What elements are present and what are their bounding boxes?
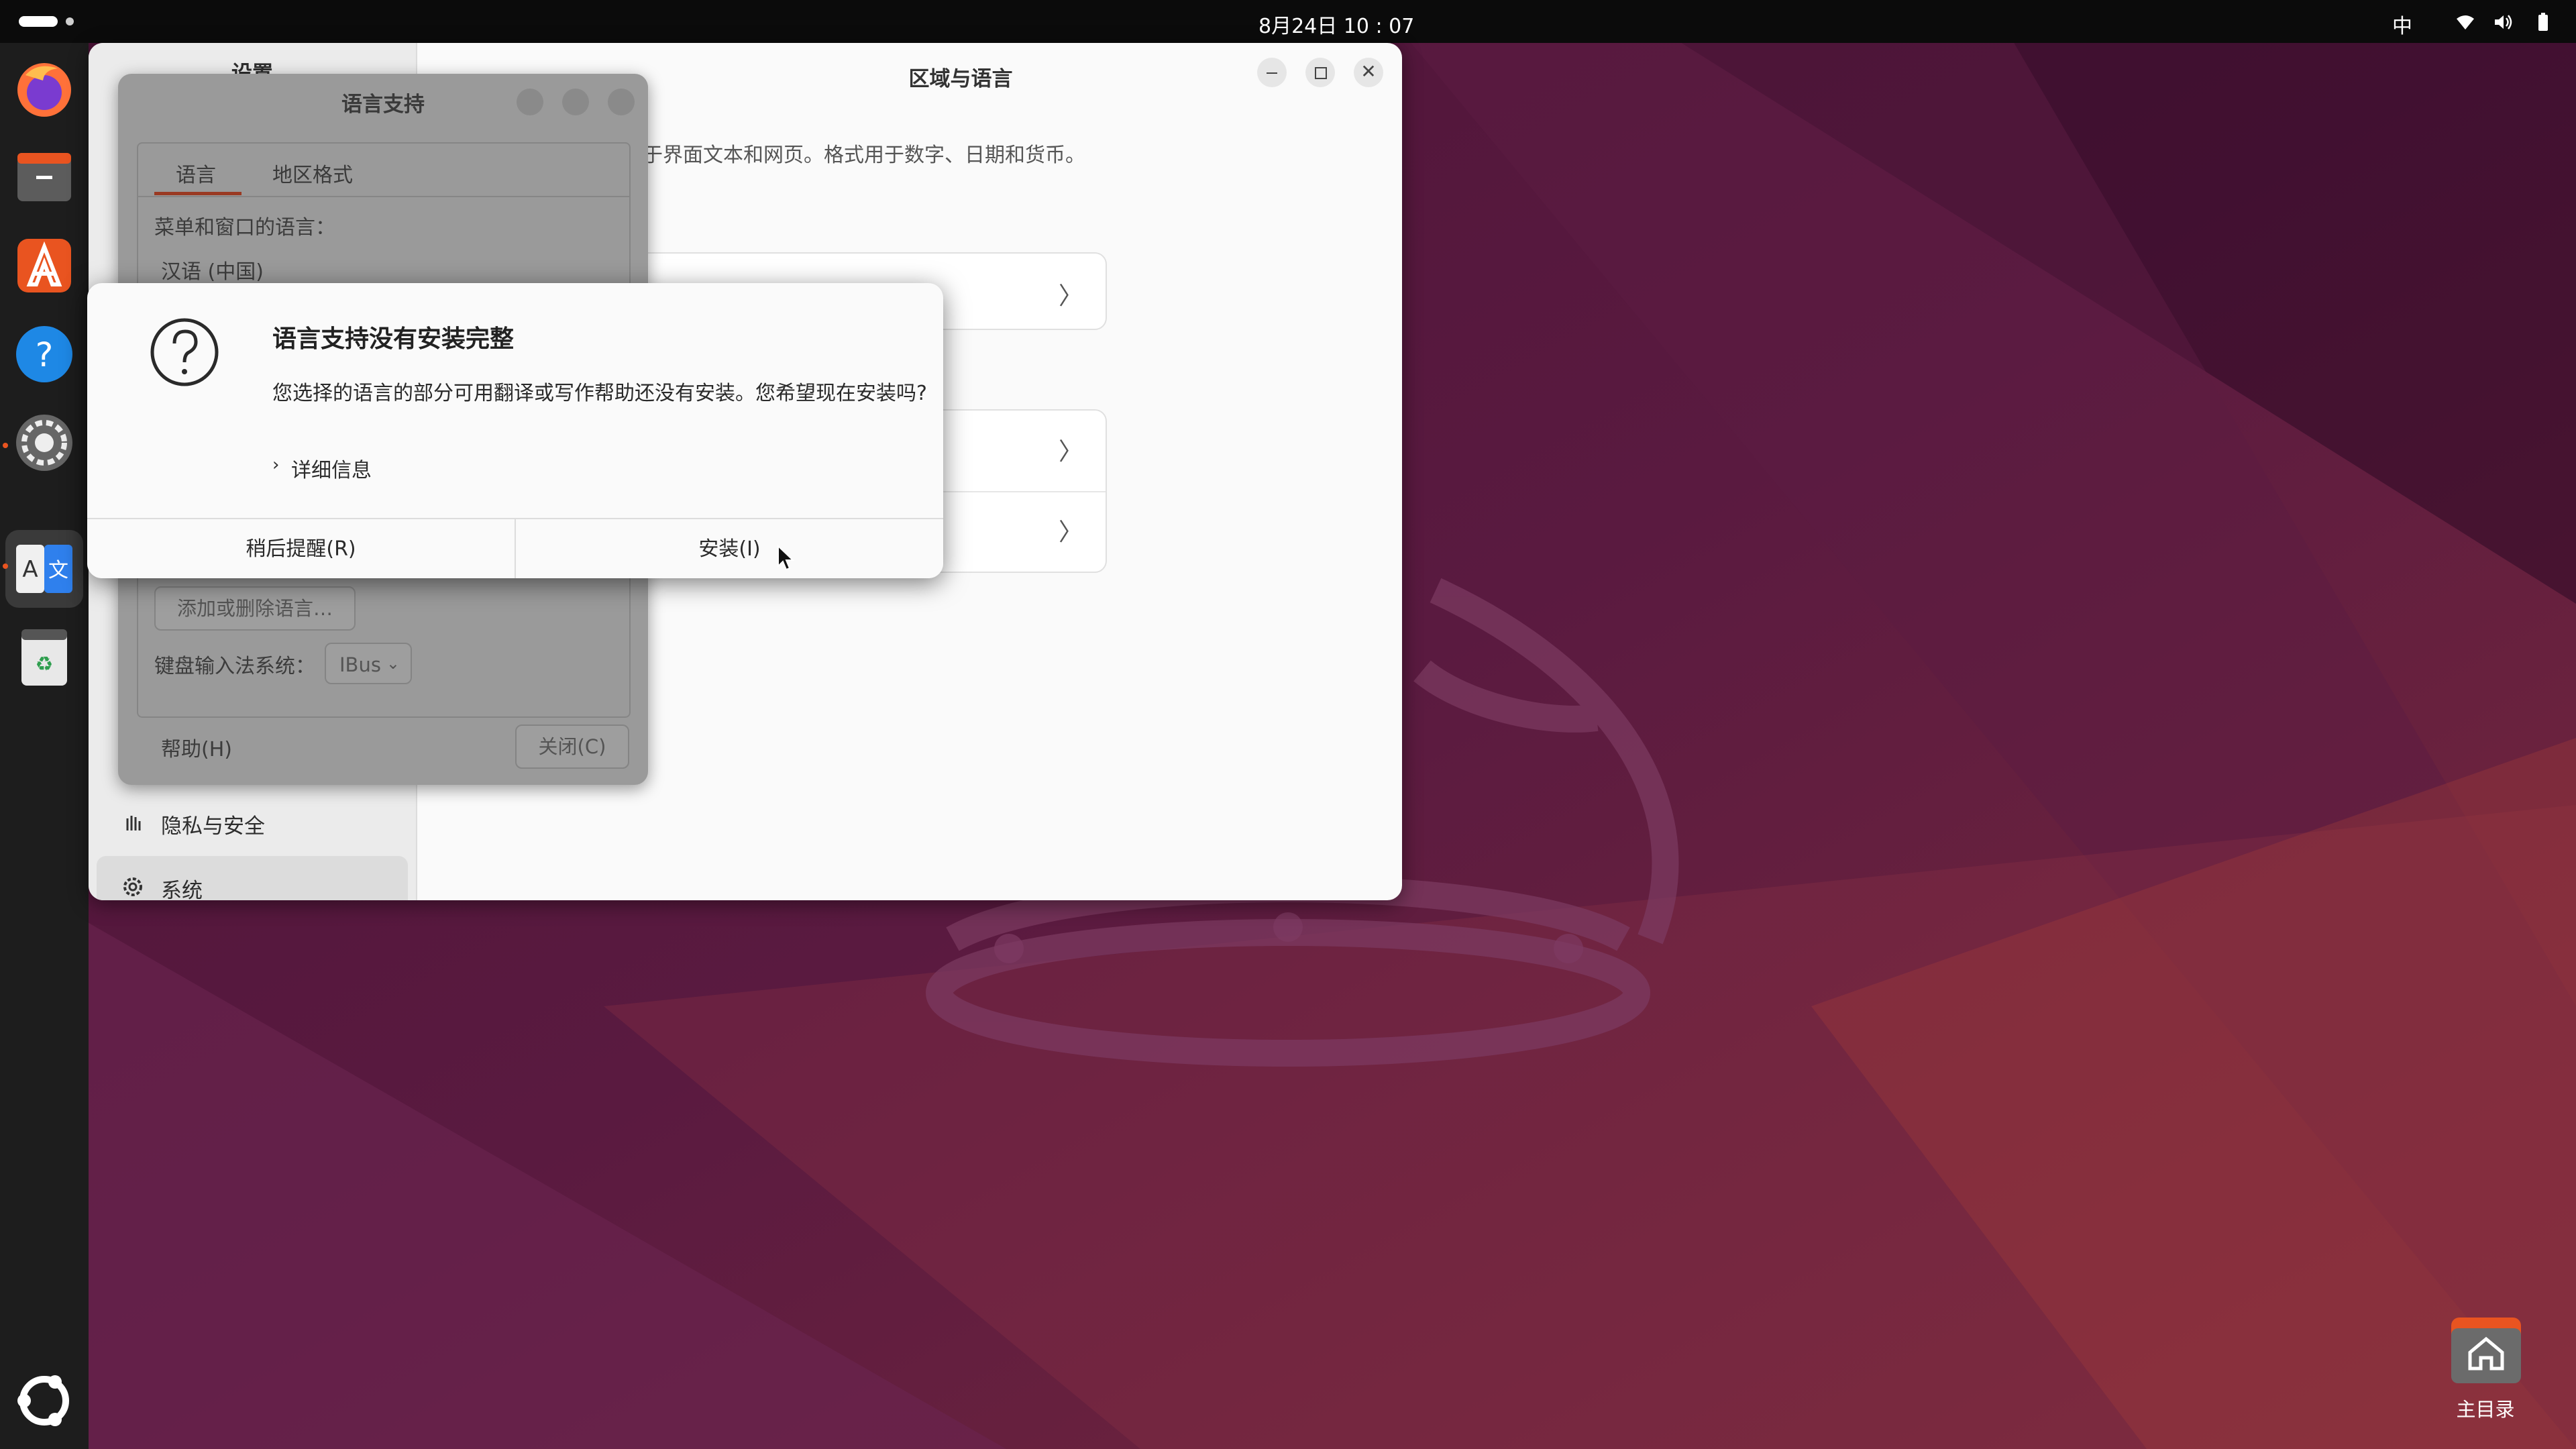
remind-later-button[interactable]: 稍后提醒(R)	[87, 519, 515, 578]
maximize-button[interactable]	[1305, 58, 1335, 87]
mouse-cursor-icon	[777, 545, 794, 571]
minimize-button[interactable]	[517, 89, 543, 115]
tab-underline	[154, 192, 241, 195]
tab-language[interactable]: 语言	[176, 158, 216, 188]
sidebar-item-label: 系统	[161, 879, 203, 900]
clock[interactable]: 8月24日 10 : 07	[1258, 9, 1500, 39]
input-method-indicator[interactable]: 中	[2392, 9, 2412, 39]
trash-icon[interactable]: ♻	[11, 624, 78, 691]
app-center-icon[interactable]	[11, 232, 78, 299]
firefox-icon[interactable]	[11, 55, 78, 122]
question-icon	[150, 318, 219, 386]
chevron-down-icon: ⌄	[386, 654, 400, 673]
page-title: 区域与语言	[908, 67, 1013, 91]
ubuntu-logo-icon[interactable]	[11, 1367, 78, 1434]
install-button[interactable]: 安装(I)	[516, 519, 943, 578]
sidebar-item-label: 隐私与安全	[161, 814, 265, 839]
language-list-item[interactable]: 汉语 (中国)	[161, 255, 264, 284]
tab-divider	[138, 196, 629, 197]
svg-text:?: ?	[36, 335, 54, 374]
battery-icon[interactable]	[2533, 12, 2553, 32]
svg-text:A: A	[22, 556, 38, 583]
dialog-button-bar: 稍后提醒(R) 安装(I)	[87, 518, 943, 578]
chevron-right-icon[interactable]: 〉	[1059, 432, 1083, 467]
hand-icon	[126, 816, 141, 830]
svg-text:♻: ♻	[36, 653, 54, 676]
home-folder-icon[interactable]	[2449, 1315, 2524, 1385]
workspace-dot[interactable]	[66, 17, 74, 25]
wifi-icon[interactable]	[2455, 12, 2475, 32]
dialog-heading: 语言支持没有安装完整	[272, 325, 515, 353]
minimize-button[interactable]	[1257, 58, 1287, 87]
tab-regional-formats[interactable]: 地区格式	[272, 158, 353, 188]
input-method-select[interactable]: IBus ⌄	[325, 643, 412, 684]
add-remove-languages-button[interactable]: 添加或删除语言…	[154, 586, 356, 631]
running-indicator	[3, 443, 8, 448]
maximize-button[interactable]	[562, 89, 589, 115]
help-button[interactable]: 帮助(H)	[161, 733, 232, 762]
close-icon: ✕	[1360, 60, 1377, 83]
gear-icon	[123, 877, 142, 896]
incomplete-install-dialog: 语言支持没有安装完整 您选择的语言的部分可用翻译或写作帮助还没有安装。您希望现在…	[87, 283, 943, 578]
running-indicator	[3, 564, 8, 569]
svg-text:文: 文	[48, 559, 68, 582]
volume-icon[interactable]	[2493, 12, 2513, 32]
help-icon[interactable]: ?	[11, 321, 78, 388]
sidebar-item-privacy[interactable]: 隐私与安全	[97, 792, 408, 853]
dialog-message: 您选择的语言的部分可用翻译或写作帮助还没有安装。您希望现在安装吗?	[272, 382, 927, 405]
activities-indicator[interactable]	[19, 16, 58, 27]
input-method-value: IBus	[339, 653, 381, 676]
files-icon[interactable]	[11, 144, 78, 211]
settings-icon[interactable]	[11, 409, 78, 476]
dock: ? A文 ♻	[0, 43, 89, 1449]
close-button[interactable]	[608, 89, 635, 115]
minimize-icon	[1267, 72, 1277, 74]
chevron-right-icon: ›	[272, 455, 280, 475]
close-button[interactable]: ✕	[1354, 58, 1383, 87]
close-dialog-button[interactable]: 关闭(C)	[515, 724, 629, 769]
language-support-icon[interactable]: A文	[11, 535, 78, 602]
sidebar-item-system[interactable]: 系统	[97, 856, 408, 900]
maximize-icon	[1315, 67, 1327, 79]
input-method-label: 键盘输入法系统：	[154, 655, 315, 678]
chevron-right-icon[interactable]: 〉	[1059, 513, 1083, 547]
chevron-right-icon: 〉	[1058, 282, 1083, 310]
top-bar: 8月24日 10 : 07 中	[0, 0, 2576, 43]
home-folder-label: 主目录	[2456, 1398, 2515, 1421]
details-label: 详细信息	[291, 459, 372, 482]
menu-language-label: 菜单和窗口的语言：	[154, 216, 335, 239]
page-description: 于界面文本和网页。格式用于数字、日期和货币。	[643, 144, 1085, 167]
